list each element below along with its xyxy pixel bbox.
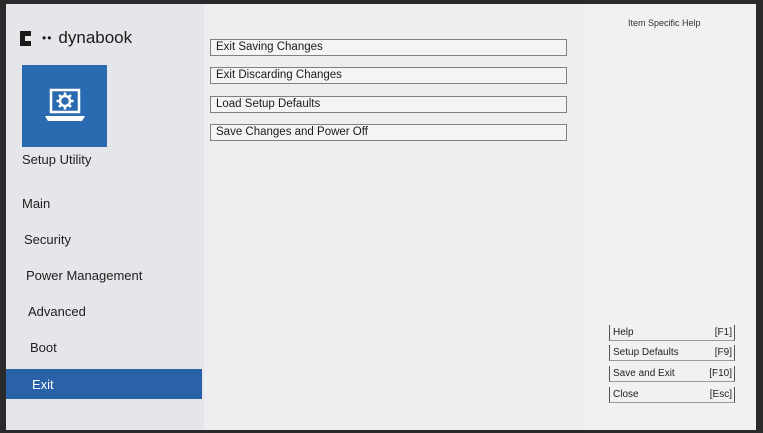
brand-name: dynabook [58,28,133,47]
sidebar-item-exit[interactable]: Exit [6,369,202,399]
key-label: Close [613,389,639,400]
bios-screen: •• dynabook Setup Utility Main Security … [6,4,756,430]
exit-options-panel: Exit Saving Changes Exit Discarding Chan… [204,4,584,430]
help-key-row[interactable]: Help [F1] [609,325,735,341]
sidebar-item-security[interactable]: Security [6,224,202,254]
setup-defaults-key-row[interactable]: Setup Defaults [F9] [609,345,735,361]
sidebar-item-label: Advanced [28,303,86,319]
logo-dots: •• [42,31,53,45]
save-and-exit-key-row[interactable]: Save and Exit [F10] [609,366,735,382]
exit-saving-changes-button[interactable]: Exit Saving Changes [210,39,567,56]
exit-discarding-changes-button[interactable]: Exit Discarding Changes [210,67,567,84]
setup-utility-tile [22,65,107,147]
item-specific-help-pane: Item Specific Help Help [F1] Setup Defau… [584,4,756,430]
setup-utility-label: Setup Utility [22,152,92,167]
help-title: Item Specific Help [628,18,701,28]
sidebar-item-boot[interactable]: Boot [6,332,202,362]
sidebar-item-label: Exit [32,376,54,392]
sidebar-item-main[interactable]: Main [6,188,202,218]
key-shortcut: [F10] [709,368,732,379]
sidebar: •• dynabook Setup Utility Main Security … [6,4,204,430]
sidebar-item-label: Boot [30,339,57,355]
sidebar-item-label: Power Management [26,267,143,283]
sidebar-item-label: Security [24,231,71,247]
key-label: Help [613,327,634,338]
sidebar-item-label: Main [22,195,51,211]
save-changes-power-off-button[interactable]: Save Changes and Power Off [210,124,567,141]
load-setup-defaults-button[interactable]: Load Setup Defaults [210,96,567,113]
sidebar-item-power-management[interactable]: Power Management [6,260,202,290]
key-shortcut: [F9] [714,347,732,358]
laptop-gear-icon [44,88,85,121]
dynabook-logo-icon [20,30,38,46]
sidebar-item-advanced[interactable]: Advanced [6,296,202,326]
key-label: Save and Exit [613,368,675,379]
key-shortcut: [F1] [714,327,732,338]
brand-logo: •• dynabook [20,28,132,48]
key-label: Setup Defaults [613,347,679,358]
key-shortcut: [Esc] [709,389,732,400]
close-key-row[interactable]: Close [Esc] [609,387,735,403]
